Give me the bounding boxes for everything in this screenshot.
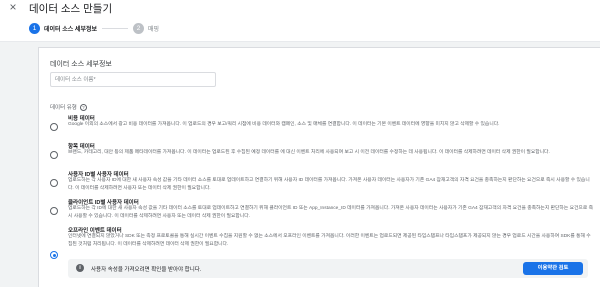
banner-text: 사용자 속성을 가져오려면 확인을 받아야 합니다. <box>91 267 202 273</box>
top-bar: × 데이터 소스 만들기 1 데이터 소스 세부정보 2 매핑 <box>0 0 600 42</box>
step-connector <box>102 27 129 29</box>
data-type-label: 데이터 유형 ? <box>50 103 87 111</box>
option-description: 인터넷에 연결되지 않았거나 SDK 또는 측정 프로토콜을 통해 실시간 이벤… <box>68 234 591 247</box>
terms-banner: i 사용자 속성을 가져오려면 확인을 받아야 합니다. 이용약관 검토 <box>68 259 588 278</box>
radio-cost-data[interactable] <box>50 123 58 131</box>
close-icon[interactable]: × <box>6 0 20 14</box>
info-icon: i <box>76 264 84 272</box>
step-2-label: 매핑 <box>148 26 160 33</box>
radio-item-data[interactable] <box>50 151 58 159</box>
option-description: 업로드하는 각 ID에 대한 새 사용자 속성 값을 기타 데이터 소스를 토대… <box>68 206 593 219</box>
radio-user-id-data[interactable] <box>50 179 58 187</box>
step-2-number: 2 <box>133 22 145 34</box>
stepper: 1 데이터 소스 세부정보 2 매핑 <box>29 22 159 34</box>
review-terms-button[interactable]: 이용약관 검토 <box>523 262 583 275</box>
radio-client-id-data[interactable] <box>50 207 58 215</box>
help-icon[interactable]: ? <box>79 103 87 111</box>
option-description: 업로드하는 각 사용자 ID에 대한 새 사용자 속성 값을 기타 데이터 소스… <box>68 178 590 191</box>
step-1-label: 데이터 소스 세부정보 <box>44 26 98 33</box>
option-description: Google 이외의 소스에서 광고 비용 데이터를 가져옵니다. 이 업로드의… <box>68 122 500 127</box>
section-title: 데이터 소스 세부정보 <box>50 61 112 68</box>
radio-offline-event-data[interactable] <box>50 251 58 259</box>
step-1-number: 1 <box>29 22 40 34</box>
data-type-label-text: 데이터 유형 <box>50 105 77 111</box>
data-source-name-input[interactable] <box>50 72 216 87</box>
page-title: 데이터 소스 만들기 <box>29 3 113 15</box>
option-description: 브랜드, 카테고리, 대안 등의 제품 메타데이터를 가져옵니다. 이 데이터는… <box>68 150 550 155</box>
data-source-card: 데이터 소스 세부정보 데이터 유형 ? 비용 데이터 Google 이외의 소… <box>38 47 600 287</box>
